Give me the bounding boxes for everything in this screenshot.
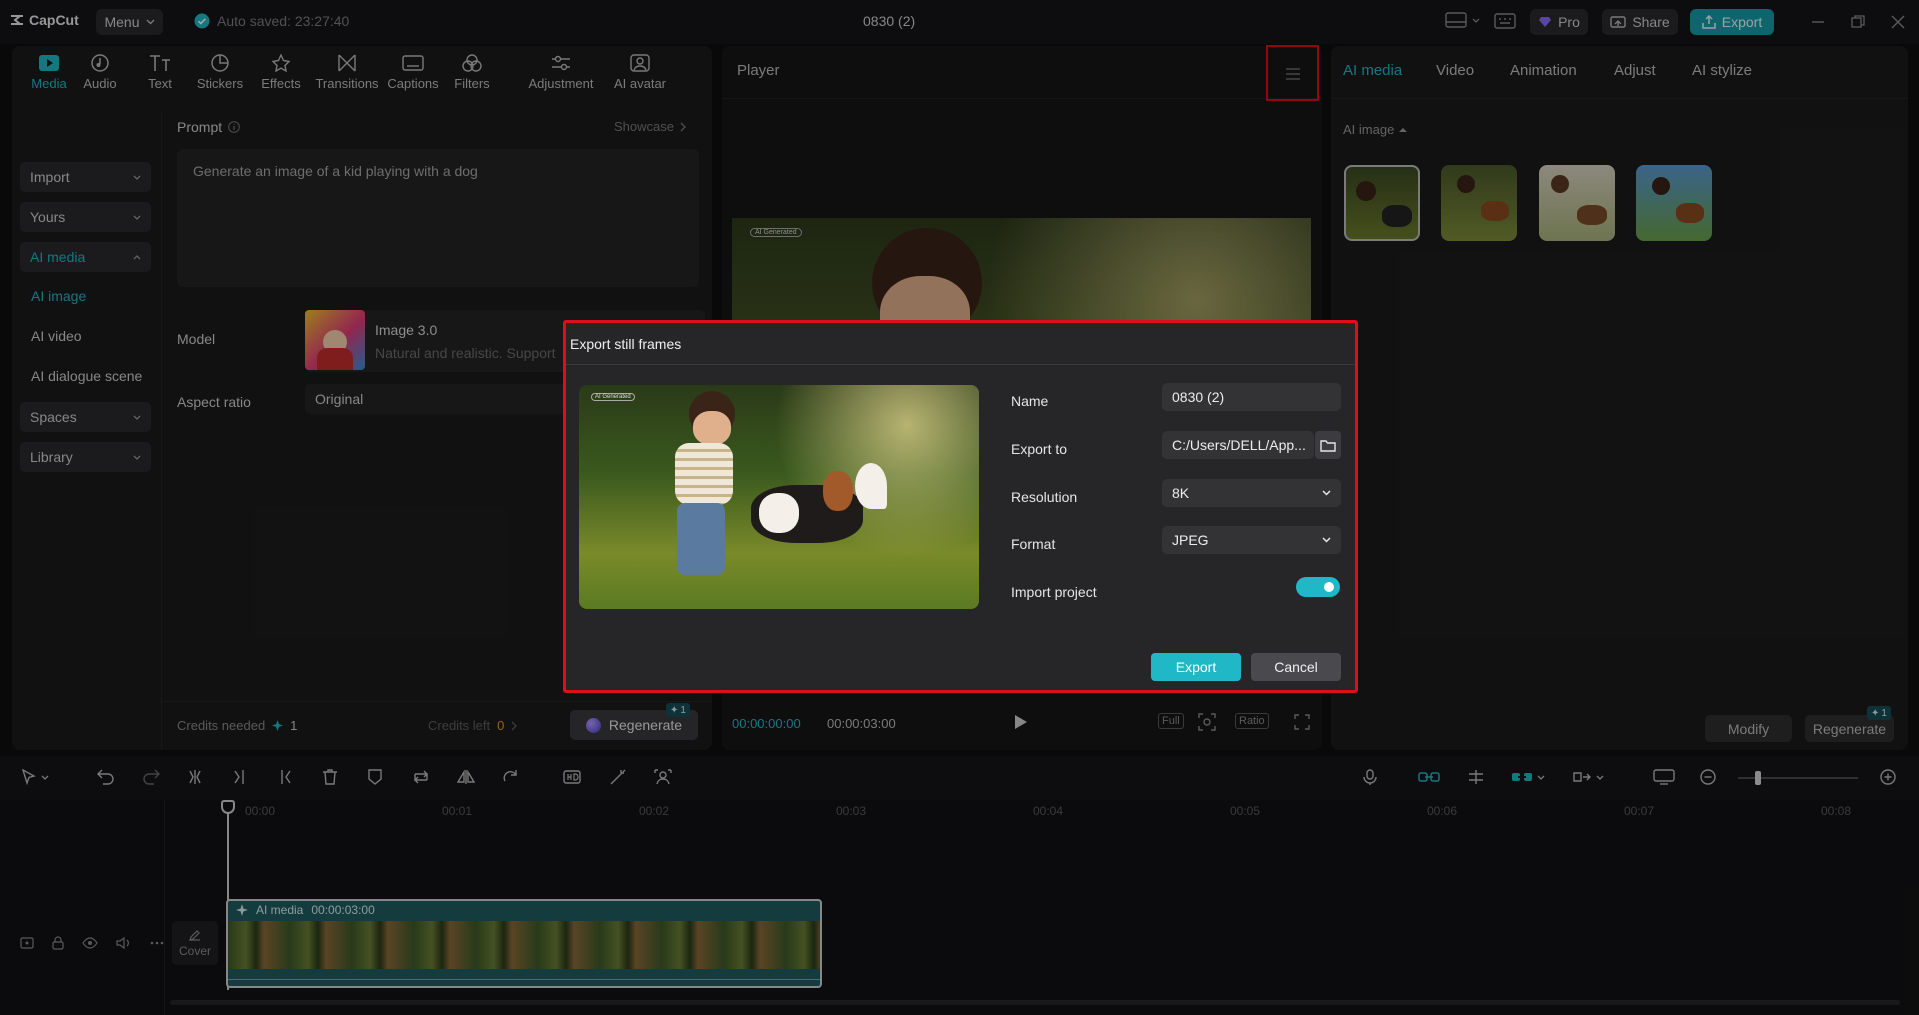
chevron-down-icon [1322, 490, 1331, 496]
resolution-value: 8K [1172, 485, 1189, 501]
format-value: JPEG [1172, 532, 1209, 548]
import-project-label: Import project [1011, 584, 1097, 600]
format-label: Format [1011, 536, 1055, 552]
export-still-frames-dialog: Export still frames AI Generated Name 08… [563, 320, 1358, 693]
name-input[interactable]: 0830 (2) [1162, 383, 1341, 411]
dialog-cancel-button[interactable]: Cancel [1251, 653, 1341, 681]
name-label: Name [1011, 393, 1048, 409]
frame-preview-image: AI Generated [579, 385, 979, 609]
folder-icon [1320, 439, 1336, 452]
resolution-label: Resolution [1011, 489, 1077, 505]
frame-preview-watermark: AI Generated [591, 393, 635, 401]
export-to-label: Export to [1011, 441, 1067, 457]
browse-folder-button[interactable] [1315, 431, 1341, 459]
chevron-down-icon [1322, 537, 1331, 543]
export-path-value: C:/Users/DELL/App... [1172, 437, 1306, 453]
export-path-input[interactable]: C:/Users/DELL/App... [1162, 431, 1314, 459]
toggle-knob [1324, 582, 1334, 592]
resolution-select[interactable]: 8K [1162, 479, 1341, 507]
dialog-divider [566, 364, 1355, 365]
import-project-toggle[interactable] [1296, 577, 1340, 597]
format-select[interactable]: JPEG [1162, 526, 1341, 554]
dialog-export-button[interactable]: Export [1151, 653, 1241, 681]
dialog-title: Export still frames [570, 336, 681, 352]
